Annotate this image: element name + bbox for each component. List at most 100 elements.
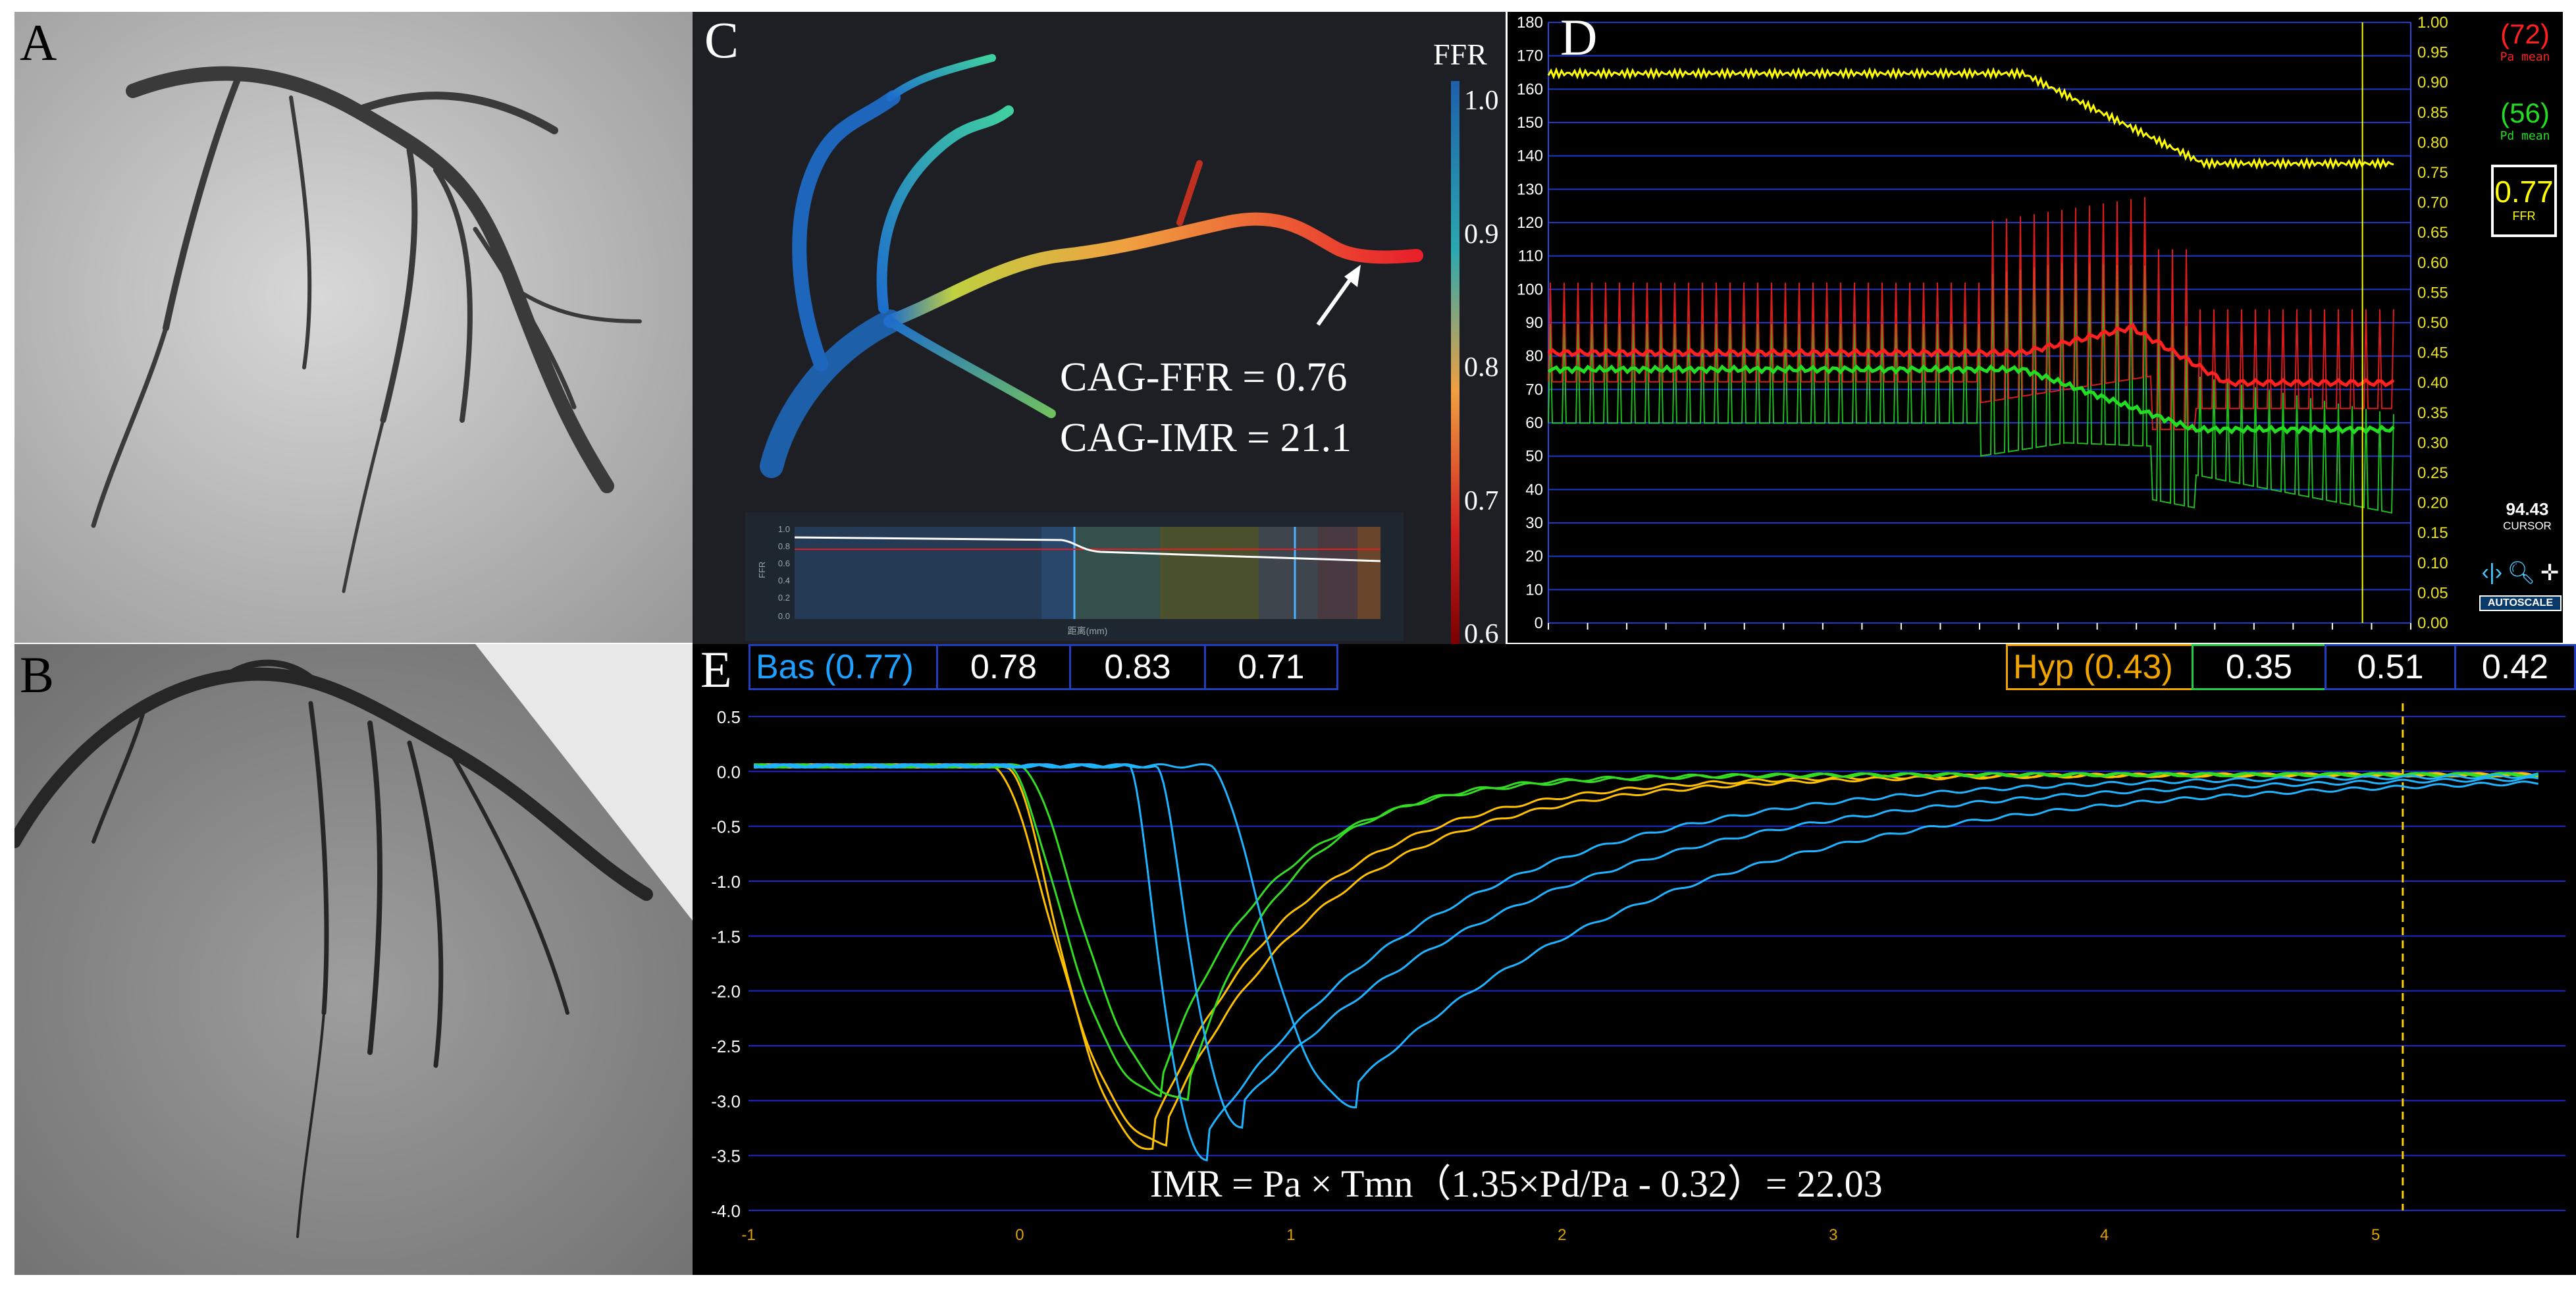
left-tick-label: 10 [1525, 581, 1543, 599]
baseline-value-3: 0.71 [1204, 644, 1338, 690]
left-tick-label: 90 [1525, 314, 1543, 332]
thermodilution-curve [753, 763, 2539, 1098]
ffr-readout-value: 0.77 [2494, 175, 2554, 209]
angiogram-panel-a: A [14, 12, 693, 643]
pd-mean-value: (56) [2500, 97, 2550, 128]
x-tick-label: 0 [1015, 1226, 1024, 1244]
hyperemia-value-3: 0.42 [2454, 644, 2576, 690]
left-tick-label: 130 [1517, 180, 1543, 198]
left-tick-label: 60 [1525, 414, 1543, 432]
left-tick-label: 180 [1517, 14, 1543, 32]
x-tick-label: 3 [1829, 1226, 1837, 1244]
right-tick-label: 0.85 [2417, 104, 2448, 122]
left-tick-label: 110 [1518, 248, 1543, 265]
panel-label-d: D [1560, 12, 1598, 66]
right-tick-label: 0.10 [2417, 554, 2448, 572]
zoom-icon[interactable]: 🔍︎ [2507, 560, 2535, 586]
right-tick-label: 0.25 [2417, 464, 2448, 482]
right-tick-label: 0.60 [2417, 254, 2448, 272]
x-tick-label: 5 [2371, 1226, 2380, 1244]
panel-label-a: A [20, 14, 57, 71]
y-tick-label: -4.0 [711, 1201, 741, 1221]
baseline-value-1: 0.78 [936, 644, 1071, 690]
x-tick-label: 2 [1558, 1226, 1566, 1244]
left-tick-label: 20 [1525, 548, 1543, 566]
ffr-colorbar [1451, 81, 1459, 644]
right-tick-label: 0.70 [2417, 194, 2448, 212]
colorbar-tick-label: 0.8 [1464, 352, 1499, 383]
cag-ffr-text: CAG-FFR = 0.76 [1060, 355, 1348, 400]
ffr-readout-label: FFR [2512, 209, 2536, 223]
pan-icon[interactable]: ✛ [2540, 560, 2560, 586]
x-tick-label: 4 [2100, 1226, 2109, 1244]
left-tick-label: 80 [1525, 348, 1543, 365]
thermodilution-curve [754, 763, 2539, 1102]
cursor-move-icon[interactable]: ‹|› [2482, 560, 2502, 586]
right-tick-label: 0.50 [2417, 314, 2448, 332]
right-tick-label: 0.20 [2417, 495, 2448, 512]
mini-ytick: 0.8 [778, 541, 790, 551]
colorbar-tick-label: 0.7 [1464, 485, 1499, 516]
mini-ytick: 0.0 [778, 611, 790, 621]
angiogram-panel-b: B [14, 644, 693, 1275]
left-tick-label: 0 [1535, 614, 1543, 632]
hyperemia-value-1: 0.35 [2192, 644, 2326, 690]
y-tick-label: -3.0 [711, 1091, 741, 1111]
ffr-readout-box: 0.77 FFR [2491, 165, 2557, 237]
y-tick-label: -2.0 [711, 982, 741, 1002]
colorbar-title: FFR [1433, 38, 1487, 71]
ffr-trace [1547, 67, 2394, 171]
ffr-model-panel-c: C FFR 1.0 0.9 0.8 0.7 0.6 CAG-FFR = 0.76… [693, 12, 1506, 651]
imr-formula: IMR = Pa × Tmn（1.35×Pd/Pa - 0.32）= 22.03 [1150, 1162, 1883, 1205]
panel-label-e: E [700, 644, 732, 698]
left-tick-label: 120 [1517, 214, 1543, 232]
left-tick-label: 40 [1525, 481, 1543, 499]
thermodilution-panel-e: 0.5 0.0 -0.5 -1.0 -1.5 -2.0 -2.5 -3.0 -3.5 -4.0 -1… [693, 644, 2576, 1275]
pa-phasic-trace [1548, 197, 2394, 431]
right-tick-label: 0.45 [2417, 344, 2448, 362]
baseline-header: Bas (0.77) [749, 644, 938, 690]
right-tick-label: 0.65 [2417, 224, 2448, 242]
pa-mean-label: Pa mean [2500, 50, 2550, 64]
cag-imr-text: CAG-IMR = 21.1 [1060, 416, 1352, 460]
right-tick-label: 0.05 [2417, 584, 2448, 602]
left-tick-label: 70 [1525, 381, 1543, 398]
mini-ytick: 0.2 [778, 593, 790, 603]
right-tick-label: 0.75 [2417, 164, 2448, 182]
hyperemia-header: Hyp (0.43) [2006, 644, 2194, 690]
pa-mean-readout: (72) Pa mean [2487, 18, 2563, 64]
hyperemia-label: Hyp [2013, 648, 2074, 686]
arrow-icon [1316, 273, 1356, 326]
panel-label-b: B [20, 646, 55, 703]
colorbar-tick-label: 0.9 [1464, 219, 1499, 250]
colorbar-tick-label: 1.0 [1464, 86, 1499, 116]
pd-mean-readout: (56) Pd mean [2487, 97, 2563, 143]
angiogram-image-b [14, 644, 693, 1275]
y-tick-label: 0.5 [717, 707, 741, 727]
right-tick-label: 0.00 [2417, 614, 2448, 632]
cursor-value: 94.43 [2506, 499, 2549, 519]
pd-mean-label: Pd mean [2500, 129, 2550, 143]
tracing-toolbar: ‹|› 🔍︎ ✛ [2479, 560, 2562, 586]
y-tick-label: -3.5 [711, 1147, 741, 1166]
hyperemia-value-2: 0.51 [2325, 644, 2456, 690]
mini-ytick: 1.0 [778, 524, 790, 534]
right-tick-label: 0.40 [2417, 374, 2448, 392]
x-tick-label: -1 [741, 1226, 755, 1244]
hyperemia-mean: (0.43) [2083, 648, 2173, 686]
y-tick-label: -1.5 [711, 927, 741, 946]
right-tick-label: 1.00 [2417, 14, 2448, 32]
right-tick-label: 0.55 [2417, 284, 2448, 302]
autoscale-button[interactable]: AUTOSCALE [2479, 595, 2562, 611]
pressure-tracing-panel-d: 180 170 160 150 140 130 120 110 100 90 80 70 60 50 40 3… [1508, 12, 2563, 643]
ffr-pullback-mini-plot: 1.0 0.8 0.6 0.4 0.2 0.0 FFR 距离(mm) [745, 512, 1404, 641]
mini-xlabel: 距离(mm) [1068, 626, 1108, 636]
x-tick-label: 1 [1286, 1226, 1295, 1244]
cursor-label: CURSOR [2503, 520, 2552, 532]
mini-ylabel: FFR [757, 562, 767, 578]
pressure-tracing-plot: 1801701601501401301201101009080706050403… [1517, 14, 2448, 632]
right-tick-label: 0.95 [2417, 44, 2448, 62]
right-tick-label: 0.35 [2417, 404, 2448, 422]
right-tick-label: 0.15 [2417, 524, 2448, 542]
right-tick-label: 0.30 [2417, 434, 2448, 452]
